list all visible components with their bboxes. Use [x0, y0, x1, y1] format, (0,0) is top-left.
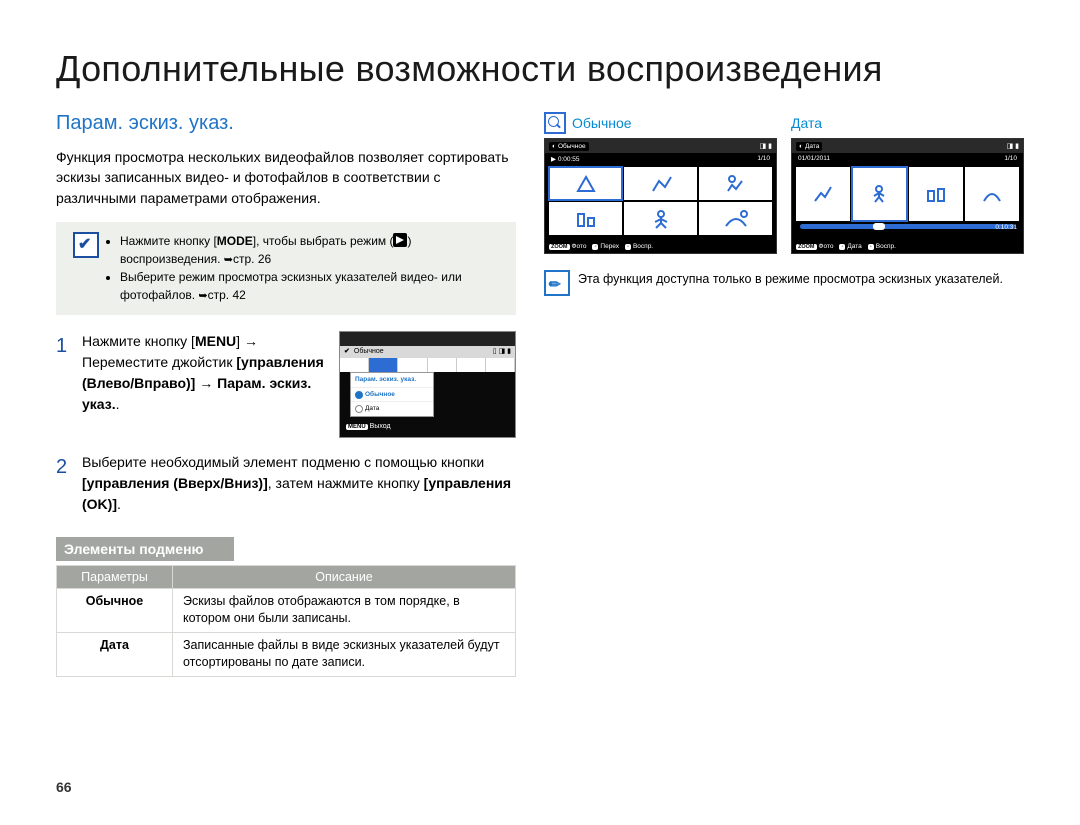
- step: 2 Выберите необходимый элемент подменю с…: [56, 452, 516, 515]
- intro-text: Функция просмотра нескольких видеофайлов…: [56, 147, 516, 208]
- step-number: 2: [56, 452, 72, 515]
- step: 1 ✔Обычное▯ ◨ ▮ Парам. эскиз. указ. Обыч…: [56, 331, 516, 442]
- submenu-heading: Элементы подменю: [56, 537, 234, 561]
- availability-note: ✎ Эта функция доступна только в режиме п…: [544, 270, 1024, 296]
- step-number: 1: [56, 331, 72, 442]
- note-bullet: Выберите режим просмотра эскизных указат…: [120, 268, 504, 305]
- submenu-table: ПараметрыОписание ОбычноеЭскизы файлов о…: [56, 565, 516, 677]
- pencil-icon: ✎: [544, 270, 570, 296]
- note-bullet: Нажмите кнопку [MODE], чтобы выбрать реж…: [120, 232, 504, 269]
- right-column: Обычное Дата ◐ Обычное◨ ▮ ▶ 0:00:551/10: [544, 112, 1024, 677]
- manual-page: Дополнительные возможности воспроизведен…: [0, 0, 1080, 825]
- section-heading: Парам. эскиз. указ.: [56, 112, 516, 135]
- screen-normal: ◐ Обычное◨ ▮ ▶ 0:00:551/10 ZOOMФото◦Пере…: [544, 138, 777, 254]
- view-label-date: Дата: [791, 115, 1024, 131]
- screen-date: ◐ Дата◨ ▮ 01/01/20111/10 0:10:31 ZOOMФот…: [791, 138, 1024, 254]
- menu-screenshot: ✔Обычное▯ ◨ ▮ Парам. эскиз. указ. Обычно…: [339, 331, 516, 438]
- table-header: Описание: [173, 565, 516, 588]
- page-number: 66: [56, 779, 72, 795]
- magnifier-icon: [544, 112, 566, 134]
- table-row: ДатаЗаписанные файлы в виде эскизных ука…: [57, 632, 516, 676]
- table-header: Параметры: [57, 565, 173, 588]
- note-box: ✔ Нажмите кнопку [MODE], чтобы выбрать р…: [56, 222, 516, 315]
- table-row: ОбычноеЭскизы файлов отображаются в том …: [57, 588, 516, 632]
- view-label-normal: Обычное: [544, 112, 777, 134]
- left-column: Парам. эскиз. указ. Функция просмотра не…: [56, 112, 516, 677]
- page-title: Дополнительные возможности воспроизведен…: [56, 48, 1024, 90]
- play-icon: [393, 233, 407, 247]
- menu-popup: Парам. эскиз. указ. Обычное Дата: [350, 372, 434, 417]
- check-icon: ✔: [73, 232, 99, 258]
